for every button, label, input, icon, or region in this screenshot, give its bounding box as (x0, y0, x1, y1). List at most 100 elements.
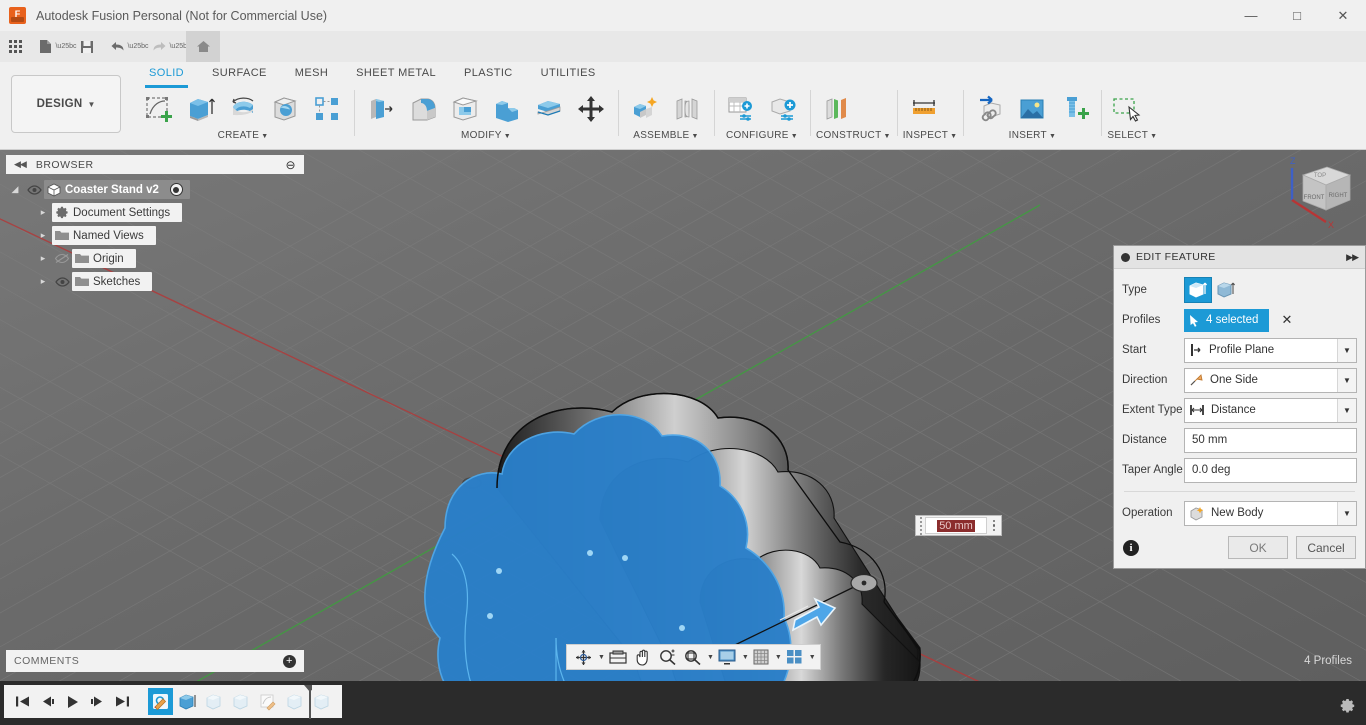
fillet-icon[interactable] (402, 88, 444, 130)
dialog-expand-icon[interactable]: ▶▶ (1346, 252, 1359, 263)
step-forward-icon[interactable] (85, 689, 110, 714)
dialog-header[interactable]: EDIT FEATURE ▶▶ (1114, 246, 1365, 269)
timeline-extrude-2[interactable] (202, 688, 227, 715)
timeline-extrude-1[interactable] (175, 688, 200, 715)
activate-component-radio[interactable] (169, 183, 183, 196)
new-file-caret-icon[interactable]: \u25bc (55, 31, 76, 62)
edit-feature-dialog[interactable]: EDIT FEATURE ▶▶ Type Profiles 4 selected… (1113, 245, 1366, 569)
chevron-down-icon[interactable]: ▼ (1337, 338, 1356, 362)
3d-viewport[interactable]: 50.00 50 mm Z X TOP FRONT RIGHT (0, 150, 1366, 725)
ribbon-group-select-label[interactable]: SELECT ▼ (1107, 130, 1157, 141)
expand-triangle-icon[interactable]: ▸ (34, 207, 52, 218)
browser-item-sketches[interactable]: Sketches (72, 272, 153, 291)
insert-canvas-icon[interactable] (1011, 88, 1053, 130)
press-pull-icon[interactable] (360, 88, 402, 130)
zoom-icon[interactable] (655, 645, 680, 669)
skip-end-icon[interactable] (110, 689, 135, 714)
tab-surface[interactable]: SURFACE (198, 62, 281, 86)
save-icon[interactable] (72, 31, 102, 62)
pattern-icon[interactable] (306, 88, 348, 130)
timeline-settings-gear-icon[interactable] (1339, 698, 1356, 715)
ribbon-group-assemble-label[interactable]: ASSEMBLE ▼ (624, 130, 708, 141)
browser-item-origin[interactable]: Origin (72, 249, 136, 268)
visibility-eye-icon[interactable] (52, 276, 72, 287)
maximize-button[interactable]: □ (1274, 0, 1320, 31)
ribbon-group-modify-label[interactable]: MODIFY ▼ (360, 130, 612, 141)
pan-icon[interactable] (631, 645, 655, 669)
profiles-select-button[interactable]: 4 selected (1184, 308, 1270, 332)
skip-start-icon[interactable] (10, 689, 35, 714)
home-icon[interactable] (186, 31, 220, 62)
browser-item-document-settings[interactable]: Document Settings (52, 203, 183, 222)
tab-solid[interactable]: SOLID (135, 62, 198, 88)
visibility-eye-icon[interactable] (24, 184, 44, 195)
extrude-taper-icon[interactable] (1212, 277, 1240, 303)
browser-collapse-icon[interactable]: ◀◀ (14, 159, 27, 170)
browser-item-coaster-stand[interactable]: Coaster Stand v2 (44, 180, 190, 199)
expand-triangle-icon[interactable]: ◢ (6, 184, 24, 195)
comments-panel[interactable]: COMMENTS + (6, 650, 304, 672)
minimize-button[interactable]: — (1228, 0, 1274, 31)
grid-snaps-caret-icon[interactable]: ▼ (775, 654, 782, 661)
dimension-input-box[interactable]: 50 mm (915, 515, 1002, 536)
timeline-extrude-5[interactable] (310, 688, 335, 715)
fit-icon[interactable] (680, 645, 705, 669)
tab-utilities[interactable]: UTILITIES (527, 62, 610, 86)
tab-plastic[interactable]: PLASTIC (450, 62, 527, 86)
browser-row-document-settings[interactable]: ▸ Document Settings (6, 201, 304, 224)
extrude-solid-icon[interactable] (1184, 277, 1212, 303)
app-grid-icon[interactable] (0, 31, 30, 62)
step-back-icon[interactable] (35, 689, 60, 714)
operation-dropdown[interactable]: New Body ▼ (1184, 500, 1357, 526)
combine-icon[interactable] (486, 88, 528, 130)
look-at-icon[interactable] (605, 645, 631, 669)
ribbon-group-inspect-label[interactable]: INSPECT ▼ (903, 130, 958, 141)
dimension-input-field[interactable]: 50 mm (925, 517, 987, 534)
start-dropdown[interactable]: Profile Plane ▼ (1184, 337, 1357, 363)
offset-plane-icon[interactable] (816, 88, 858, 130)
undo-caret-icon[interactable]: \u25bc (127, 31, 148, 62)
chevron-down-icon[interactable]: ▼ (1337, 368, 1356, 392)
insert-derive-icon[interactable] (969, 88, 1011, 130)
clear-selection-icon[interactable]: ✕ (1281, 312, 1292, 328)
ribbon-group-configure-label[interactable]: CONFIGURE ▼ (720, 130, 804, 141)
tab-sheet-metal[interactable]: SHEET METAL (342, 62, 450, 86)
split-face-icon[interactable] (528, 88, 570, 130)
extent-type-dropdown[interactable]: Distance ▼ (1184, 397, 1357, 423)
insert-mcmaster-icon[interactable] (1053, 88, 1095, 130)
measure-icon[interactable] (903, 88, 945, 130)
ribbon-group-construct-label[interactable]: CONSTRUCT ▼ (816, 130, 891, 141)
expand-triangle-icon[interactable]: ▸ (34, 230, 52, 241)
visibility-eye-off-icon[interactable] (52, 253, 72, 264)
close-button[interactable]: ✕ (1320, 0, 1366, 31)
timeline-sketch-2[interactable] (256, 688, 281, 715)
browser-row-root[interactable]: ◢ Coaster Stand v2 (6, 178, 304, 201)
configuration-table-icon[interactable] (720, 88, 762, 130)
browser-row-named-views[interactable]: ▸ Named Views (6, 224, 304, 247)
window-selection-icon[interactable] (1107, 88, 1149, 130)
timeline-extrude-3[interactable] (229, 688, 254, 715)
taper-angle-input[interactable]: 0.0 deg (1184, 457, 1357, 483)
direction-dropdown[interactable]: One Side ▼ (1184, 367, 1357, 393)
add-comment-icon[interactable]: + (283, 654, 296, 668)
cancel-button[interactable]: Cancel (1296, 536, 1356, 559)
viewports-icon[interactable] (782, 645, 807, 669)
orbit-icon[interactable] (571, 645, 596, 669)
browser-row-origin[interactable]: ▸ Origin (6, 247, 304, 270)
chevron-down-icon[interactable]: ▼ (1337, 501, 1356, 525)
view-cube[interactable]: Z X TOP FRONT RIGHT (1270, 150, 1366, 250)
move-copy-icon[interactable] (570, 88, 612, 130)
display-settings-icon[interactable] (714, 645, 740, 669)
dialog-collapse-icon[interactable] (1121, 252, 1130, 262)
browser-item-named-views[interactable]: Named Views (52, 226, 156, 245)
redo-caret-icon[interactable]: \u25bc (169, 31, 190, 62)
distance-input[interactable]: 50 mm (1184, 427, 1357, 453)
info-icon[interactable]: i (1123, 539, 1139, 556)
joint-icon[interactable] (666, 88, 708, 130)
revolve-icon[interactable] (222, 88, 264, 130)
fit-caret-icon[interactable]: ▼ (707, 654, 714, 661)
chevron-down-icon[interactable]: ▼ (1337, 398, 1356, 422)
play-icon[interactable] (60, 689, 85, 714)
viewports-caret-icon[interactable]: ▼ (809, 654, 816, 661)
new-component-icon[interactable] (624, 88, 666, 130)
